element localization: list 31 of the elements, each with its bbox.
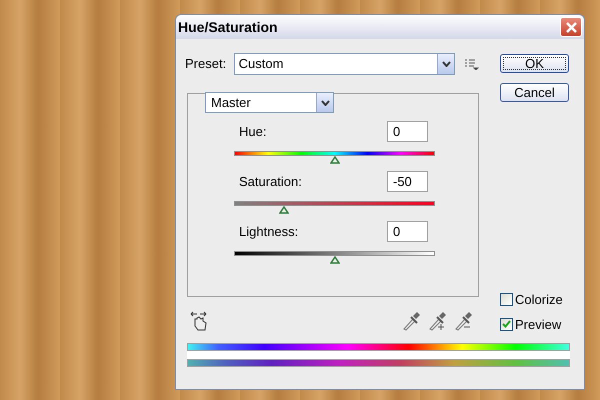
slider[interactable]	[234, 201, 435, 214]
hand-adjust-icon[interactable]	[190, 311, 207, 331]
value-field[interactable]: -50	[387, 171, 428, 192]
dialog-button[interactable]: Cancel	[500, 83, 569, 102]
close-icon	[566, 22, 576, 32]
slider[interactable]	[234, 151, 435, 164]
slider-label: Saturation:	[238, 172, 303, 191]
window-title: Hue/Saturation	[178, 18, 278, 36]
caret-icon	[320, 100, 330, 106]
eyedropper-minus-icon[interactable]	[454, 311, 472, 331]
checkmark-icon	[502, 320, 511, 328]
preset-dropdown[interactable]: Custom	[234, 53, 456, 75]
slider-label: Lightness:	[238, 222, 300, 241]
list-menu-icon[interactable]	[465, 58, 480, 70]
slider[interactable]	[234, 251, 435, 264]
checkbox[interactable]	[500, 293, 513, 306]
value-field[interactable]: 0	[387, 221, 428, 242]
dropdown-button[interactable]	[316, 93, 333, 112]
preset-label: Preset:	[185, 55, 228, 74]
dialog-button[interactable]: OK	[500, 54, 569, 73]
close-button[interactable]	[560, 17, 582, 37]
eyedropper-plus-icon[interactable]	[428, 311, 446, 331]
value-field[interactable]: 0	[387, 121, 428, 142]
dropdown-button[interactable]	[437, 54, 454, 74]
checkbox[interactable]	[500, 318, 513, 331]
channel-dropdown[interactable]: Master	[205, 92, 334, 113]
slider-label: Hue:	[238, 122, 268, 141]
eyedropper-icon[interactable]	[402, 311, 420, 331]
caret-icon	[442, 61, 451, 67]
checkbox-label[interactable]: Preview	[515, 314, 562, 334]
checkbox-label[interactable]: Colorize	[515, 290, 563, 310]
